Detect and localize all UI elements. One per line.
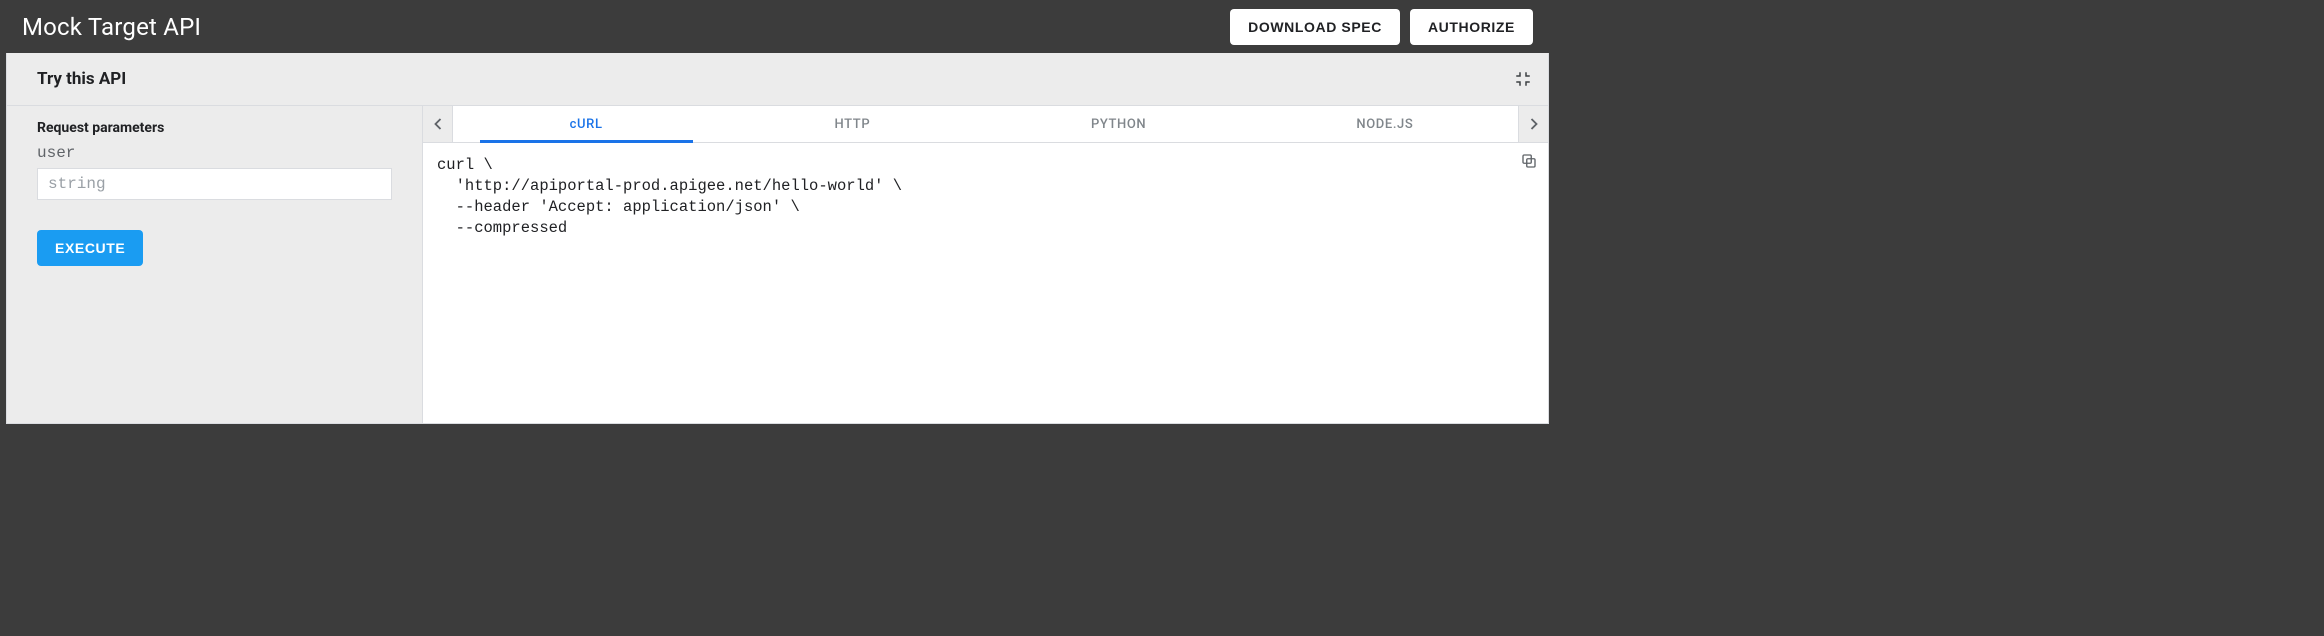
param-name: user	[37, 144, 392, 162]
topbar: Mock Target API DOWNLOAD SPEC AUTHORIZE	[0, 0, 1549, 53]
tab-scroll-left-button[interactable]	[423, 106, 453, 142]
page-title: Mock Target API	[22, 13, 201, 41]
collapse-icon[interactable]	[1514, 70, 1532, 88]
tab-http[interactable]: HTTP	[719, 106, 985, 142]
download-spec-button[interactable]: DOWNLOAD SPEC	[1230, 9, 1400, 45]
code-sample: curl \ 'http://apiportal-prod.apigee.net…	[423, 143, 1548, 423]
tab-curl[interactable]: cURL	[453, 106, 719, 142]
param-input-user[interactable]	[37, 168, 392, 200]
copy-icon[interactable]	[1520, 152, 1538, 170]
code-tabs: cURL HTTP PYTHON NODE.JS	[453, 106, 1518, 142]
request-pane: Request parameters user EXECUTE	[7, 106, 422, 423]
try-api-panel: Try this API Request parameters user EXE…	[6, 53, 1549, 424]
request-parameters-label: Request parameters	[37, 120, 392, 136]
authorize-button[interactable]: AUTHORIZE	[1410, 9, 1533, 45]
panel-header: Try this API	[7, 53, 1548, 106]
code-tab-strip: cURL HTTP PYTHON NODE.JS	[423, 106, 1548, 143]
panel-body: Request parameters user EXECUTE cURL HTT…	[7, 106, 1548, 423]
tab-nodejs[interactable]: NODE.JS	[1252, 106, 1518, 142]
tab-python[interactable]: PYTHON	[986, 106, 1252, 142]
tab-scroll-right-button[interactable]	[1518, 106, 1548, 142]
panel-title: Try this API	[37, 69, 126, 89]
code-sample-pane: cURL HTTP PYTHON NODE.JS curl \ 'http://…	[422, 106, 1548, 423]
execute-button[interactable]: EXECUTE	[37, 230, 143, 266]
